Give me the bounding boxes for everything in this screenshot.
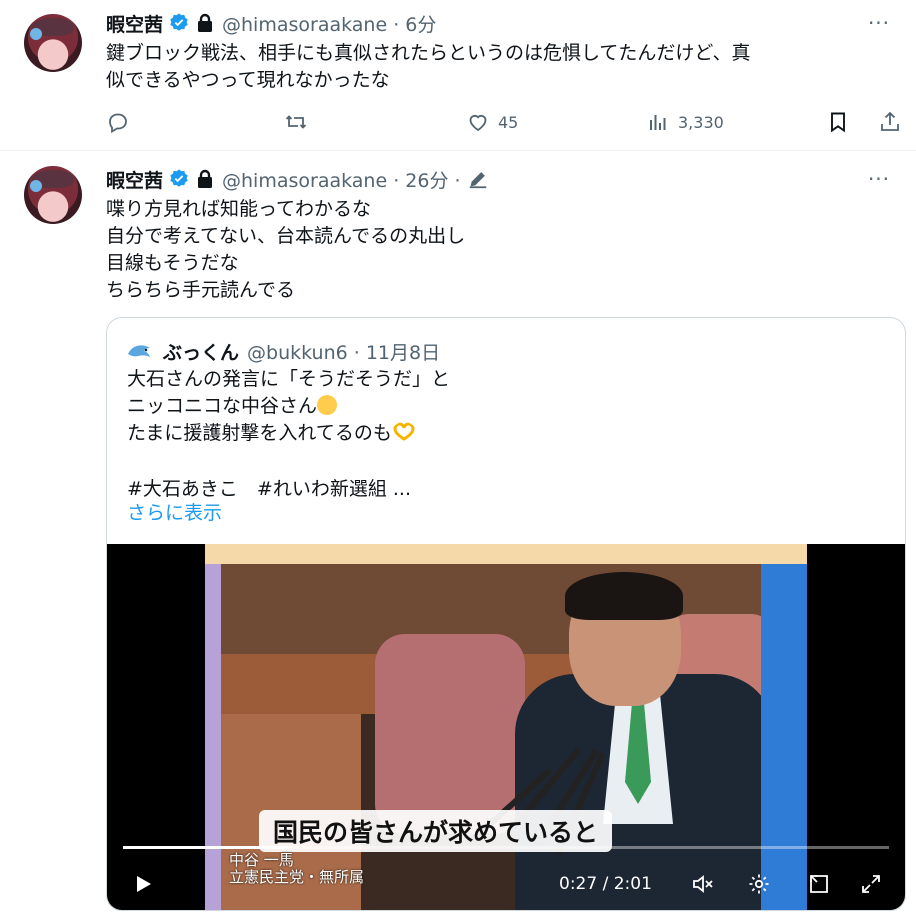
tweet-header: 暇空茜 @himasoraakane · 26分 · [106,166,489,192]
quote-handle-and-date[interactable]: @bukkun6 · 11月8日 [247,338,440,365]
avatar[interactable] [24,166,82,224]
video-controls: 0:27 / 2:01 [107,862,905,906]
tweet-text-line: 似できるやつって現れなかったな [106,69,390,91]
speaker-hair [565,572,683,620]
bookmark-icon [831,112,845,133]
show-more-link[interactable]: さらに表示 [127,498,222,525]
reply-icon [109,113,127,134]
view-count: 3,330 [678,112,724,132]
video-progress-fill [123,846,292,849]
quote-text-line: 大石さんの発言に「そうだそうだ」と [127,368,451,390]
like-count: 45 [498,112,519,132]
tweet-text: 鍵ブロック戦法、相手にも真似されたらというのは危惧してたんだけど、真 似できるや… [106,40,750,94]
muted-speaker-icon[interactable] [691,872,715,896]
lock-icon [198,169,213,188]
analytics-icon [650,115,666,130]
video-top-strip [205,544,807,564]
repost-icon [285,115,307,129]
quote-text-segment: ニッコニコな中谷さん [127,395,318,417]
quote-text-line: たまに援護射撃を入れてるのも [127,420,450,447]
play-icon[interactable] [131,872,155,896]
heart-hands-emoji-icon [393,422,415,441]
reply-button[interactable] [106,108,130,136]
more-options-icon[interactable]: ··· [866,166,892,192]
hashtags[interactable]: #大石あきこ #れいわ新選組 ... [127,474,411,501]
settings-gear-icon[interactable] [747,872,771,896]
quoted-tweet[interactable]: ぶっくん @bukkun6 · 11月8日 大石さんの発言に「そうだそうだ」と … [106,317,906,911]
views-button[interactable]: 3,330 [646,108,724,136]
video-progress-bar[interactable] [123,846,889,849]
handle-and-time[interactable]: @himasoraakane · 26分 · [222,166,461,193]
tweet-1[interactable]: 暇空茜 @himasoraakane · 6分 ··· 鍵ブロック戦法、相手にも… [0,0,916,151]
video-player[interactable]: 国民の皆さんが求めていると 中谷 一馬 立憲民主党・無所属 0:27 / 2:0… [107,544,905,910]
edited-pencil-icon[interactable] [467,168,489,190]
hand-over-mouth-emoji-icon [317,395,338,415]
verified-badge-icon [170,169,188,187]
like-button[interactable]: 45 [466,108,518,136]
quote-text: 大石さんの発言に「そうだそうだ」と ニッコニコな中谷さん たまに援護射撃を入れて… [127,366,450,447]
share-icon [881,111,899,131]
video-right-bar [761,564,807,910]
quote-text-line: ニッコニコな中谷さん [127,393,450,420]
quote-display-name[interactable]: ぶっくん [163,338,239,365]
display-name[interactable]: 暇空茜 [106,10,163,37]
lock-icon [198,13,213,32]
tweet-header: 暇空茜 @himasoraakane · 6分 [106,10,436,36]
tweet-text-line: 喋り方見れば知能ってわかるな [106,198,372,220]
quote-text-segment: たまに援護射撃を入れてるのも [127,422,392,444]
verified-badge-icon [170,13,188,31]
handle-and-time[interactable]: @himasoraakane · 6分 [222,10,436,37]
repost-button[interactable] [284,108,308,136]
tweet-text-line: 鍵ブロック戦法、相手にも真似されたらというのは危惧してたんだけど、真 [106,42,751,64]
share-button[interactable] [878,108,902,136]
fullscreen-icon[interactable] [859,872,883,896]
tweet-text: 喋り方見れば知能ってわかるな 自分で考えてない、台本読んでるの丸出し 目線もそう… [106,196,465,304]
video-time: 0:27 / 2:01 [559,874,652,894]
tweet-text-line: 目線もそうだな [106,252,239,274]
video-left-bar [205,564,221,910]
bookmark-button[interactable] [826,108,850,136]
avatar[interactable] [24,14,82,72]
tweet-2[interactable]: 暇空茜 @himasoraakane · 26分 · ··· 喋り方見れば知能っ… [0,150,916,916]
picture-in-picture-icon[interactable] [807,872,831,896]
video-chair [375,634,525,834]
display-name[interactable]: 暇空茜 [106,166,163,193]
more-options-icon[interactable]: ··· [866,10,892,36]
tweet-text-line: 自分で考えてない、台本読んでるの丸出し [106,225,466,247]
tweet-text-line: ちらちら手元読んでる [106,279,296,301]
tweet-actions: 45 3,330 [106,108,902,136]
dolphin-avatar-icon[interactable] [125,336,155,366]
quote-header: ぶっくん @bukkun6 · 11月8日 [125,336,440,366]
heart-icon [469,114,487,132]
